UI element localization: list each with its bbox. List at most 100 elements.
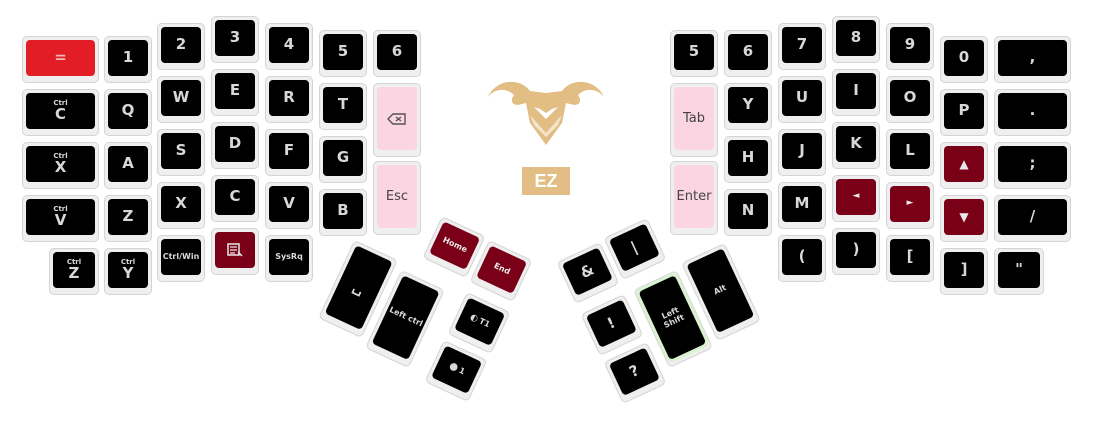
key-question[interactable]: ? — [603, 342, 667, 404]
key-equals[interactable]: = — [22, 36, 99, 83]
key-label: End — [492, 261, 512, 277]
key-slash[interactable]: / — [994, 195, 1071, 242]
key-o[interactable]: O — [886, 76, 934, 123]
key-j[interactable]: J — [778, 129, 826, 176]
key-label: 6 — [742, 42, 754, 61]
key-label: Enter — [676, 188, 712, 204]
key-arrow-left[interactable]: ◄ — [832, 175, 880, 222]
key-a[interactable]: A — [104, 142, 152, 189]
key-2[interactable]: 2 — [157, 23, 205, 70]
key-r5[interactable]: 5 — [670, 30, 718, 77]
key-label: V — [54, 210, 67, 229]
key-semicolon[interactable]: ; — [994, 142, 1071, 189]
key-7[interactable]: 7 — [778, 23, 826, 70]
key-h[interactable]: H — [724, 136, 772, 183]
key-e[interactable]: E — [211, 69, 259, 116]
key-label: ? — [626, 360, 642, 381]
key-m[interactable]: M — [778, 182, 826, 229]
key-v[interactable]: V — [265, 182, 313, 229]
key-label: S — [175, 141, 187, 160]
key-menu[interactable] — [211, 228, 259, 275]
key-label: Home — [441, 235, 469, 255]
logo-badge: EZ — [522, 167, 570, 195]
key-1[interactable]: 1 — [104, 36, 152, 83]
key-g[interactable]: G — [319, 136, 367, 183]
key-arrow-down[interactable]: ▼ — [940, 195, 988, 242]
key-y[interactable]: Y — [724, 83, 772, 130]
key-backspace[interactable] — [373, 83, 421, 157]
arrow-down-icon: ▼ — [959, 209, 969, 224]
key-label: K — [850, 134, 862, 153]
key-5[interactable]: 5 — [319, 30, 367, 77]
key-c[interactable]: C — [211, 175, 259, 222]
key-label: N — [741, 201, 755, 220]
key-3[interactable]: 3 — [211, 16, 259, 63]
key-4[interactable]: 4 — [265, 23, 313, 70]
key-label: I — [853, 81, 859, 100]
key-t[interactable]: T — [319, 83, 367, 130]
key-label: T — [337, 95, 349, 114]
key-0[interactable]: 0 — [940, 36, 988, 83]
key-q[interactable]: Q — [104, 89, 152, 136]
key-label: 1 — [457, 366, 467, 377]
key-f[interactable]: F — [265, 129, 313, 176]
key-p[interactable]: P — [940, 89, 988, 136]
key-ctrl-x[interactable]: Ctrl X — [22, 142, 99, 189]
key-tab[interactable]: Tab — [670, 83, 718, 157]
key-period[interactable]: . — [994, 89, 1071, 136]
key-k[interactable]: K — [832, 122, 880, 169]
key-layer-toggle-1[interactable]: ◐ T1 — [447, 292, 511, 354]
key-ctrl-y[interactable]: Ctrl Y — [104, 248, 152, 295]
key-arrow-up[interactable]: ▲ — [940, 142, 988, 189]
key-label: C — [54, 104, 66, 123]
key-label: W — [172, 88, 190, 107]
key-b[interactable]: B — [319, 189, 367, 236]
key-label: , — [1029, 48, 1036, 67]
key-lparen[interactable]: ( — [778, 235, 826, 282]
key-sysrq[interactable]: SysRq — [265, 235, 313, 282]
key-lbracket[interactable]: [ — [886, 235, 934, 282]
key-u[interactable]: U — [778, 76, 826, 123]
key-ctrl-win[interactable]: Ctrl/Win — [157, 235, 205, 282]
key-z[interactable]: Z — [104, 195, 152, 242]
key-d[interactable]: D — [211, 122, 259, 169]
key-label: 4 — [283, 35, 295, 54]
key-label: O — [903, 88, 917, 107]
key-rparen[interactable]: ) — [832, 228, 880, 275]
key-label: Esc — [385, 188, 409, 204]
key-x[interactable]: X — [157, 182, 205, 229]
arrow-left-icon: ◄ — [852, 191, 860, 202]
key-label: C — [229, 187, 241, 206]
key-label: = — [54, 48, 67, 67]
key-label: Tab — [682, 110, 705, 126]
key-label: ] — [960, 260, 968, 279]
key-label: " — [1015, 260, 1023, 279]
key-9[interactable]: 9 — [886, 23, 934, 70]
key-rbracket[interactable]: ] — [940, 248, 988, 295]
key-layer-momentary-1[interactable]: ● 1 — [424, 340, 488, 402]
key-r[interactable]: R — [265, 76, 313, 123]
key-n[interactable]: N — [724, 189, 772, 236]
key-label: ␣ — [350, 276, 368, 298]
key-esc[interactable]: Esc — [373, 161, 421, 235]
key-label: / — [1029, 207, 1036, 226]
key-ctrl-v[interactable]: Ctrl V — [22, 195, 99, 242]
key-label: Alt — [712, 283, 728, 297]
key-label: Z — [122, 207, 134, 226]
key-l[interactable]: L — [886, 129, 934, 176]
key-label: Y — [742, 95, 754, 114]
key-s[interactable]: S — [157, 129, 205, 176]
key-ctrl-z[interactable]: Ctrl Z — [49, 248, 99, 295]
key-r6[interactable]: 6 — [724, 30, 772, 77]
key-w[interactable]: W — [157, 76, 205, 123]
key-arrow-right[interactable]: ► — [886, 182, 934, 229]
key-6[interactable]: 6 — [373, 30, 421, 77]
key-i[interactable]: I — [832, 69, 880, 116]
key-8[interactable]: 8 — [832, 16, 880, 63]
key-ctrl-c[interactable]: Ctrl C — [22, 89, 99, 136]
key-enter[interactable]: Enter — [670, 161, 718, 235]
key-comma[interactable]: , — [994, 36, 1071, 83]
key-label: R — [283, 88, 295, 107]
key-quote[interactable]: " — [994, 248, 1044, 295]
key-label: X — [54, 157, 67, 176]
